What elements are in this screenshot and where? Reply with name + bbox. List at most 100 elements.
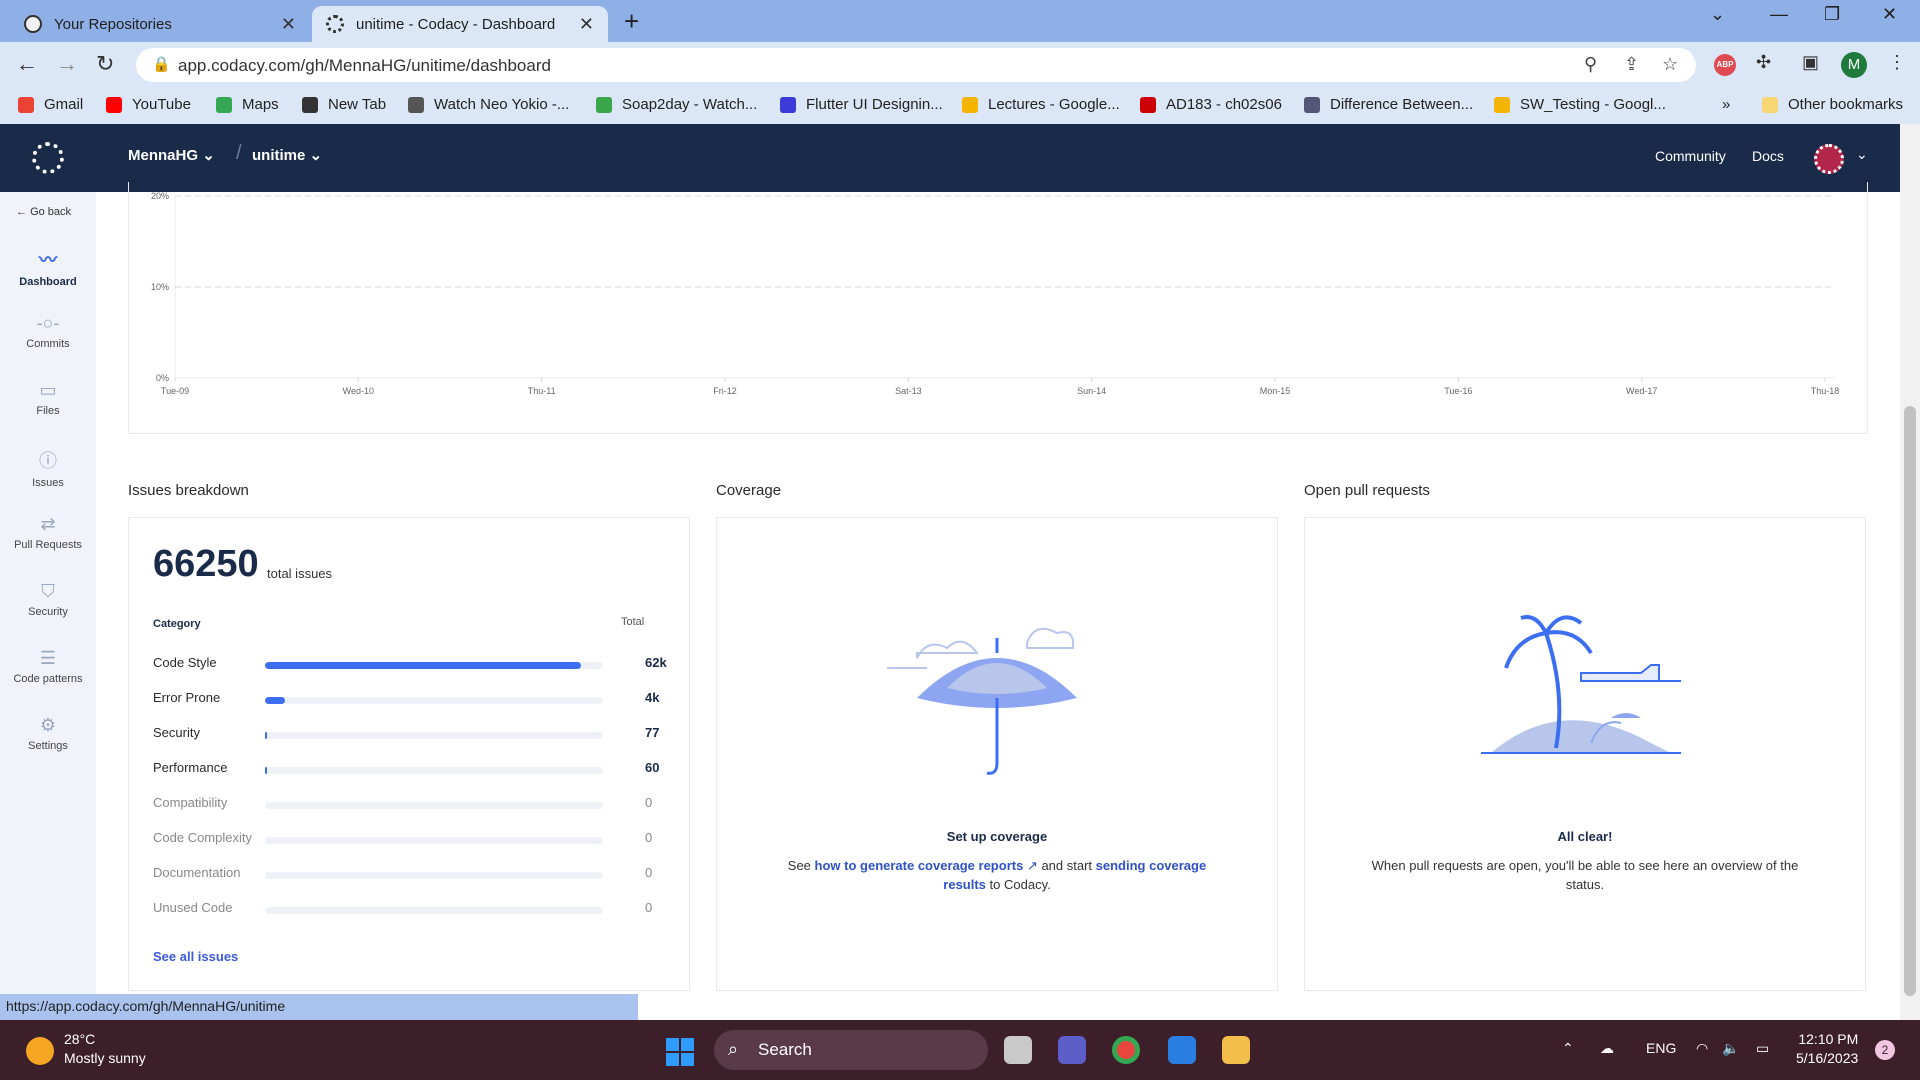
- clock[interactable]: 12:10 PM 5/16/2023: [1796, 1030, 1858, 1068]
- extensions-icon[interactable]: ✣: [1756, 52, 1771, 73]
- wifi-icon[interactable]: ◠: [1696, 1040, 1708, 1057]
- community-link[interactable]: Community: [1655, 148, 1726, 164]
- commit-icon: -○-: [36, 313, 60, 333]
- chevron-down-icon[interactable]: ⌄: [1856, 146, 1868, 163]
- address-bar[interactable]: 🔒 app.codacy.com/gh/MennaHG/unitime/dash…: [136, 48, 1696, 82]
- new-tab-button[interactable]: +: [624, 6, 639, 37]
- issue-category-row[interactable]: Documentation 0: [153, 865, 673, 885]
- total-header: Total: [621, 616, 645, 628]
- issue-category-row[interactable]: Unused Code 0: [153, 900, 673, 920]
- scrollbar-thumb[interactable]: [1904, 406, 1916, 996]
- see-all-issues-link[interactable]: See all issues: [153, 949, 238, 964]
- bookmark-icon: [408, 96, 424, 113]
- weather-widget[interactable]: 28°C Mostly sunny: [64, 1030, 146, 1068]
- go-back-link[interactable]: ← Go back: [16, 206, 71, 218]
- issue-category-name: Documentation: [153, 865, 241, 880]
- file-icon: ▭: [39, 380, 57, 400]
- chrome-icon[interactable]: [1112, 1036, 1140, 1064]
- issue-category-row[interactable]: Code Style 62k: [153, 655, 673, 675]
- bookmark-icon: [302, 96, 318, 113]
- chart-x-tick-label: Tue-09: [161, 386, 189, 396]
- coverage-reports-link[interactable]: how to generate coverage reports: [815, 858, 1024, 873]
- sidebar-item-code-patterns[interactable]: ☰ Code patterns: [0, 648, 96, 685]
- bookmark-item[interactable]: Flutter UI Designin...: [780, 96, 943, 113]
- teams-icon[interactable]: [1058, 1036, 1086, 1064]
- pull-requests-empty-text: When pull requests are open, you'll be a…: [1371, 858, 1799, 892]
- bookmark-item[interactable]: Difference Between...: [1304, 96, 1473, 113]
- restore-button[interactable]: ❐: [1824, 4, 1840, 25]
- sidebar-item-settings[interactable]: ⚙ Settings: [0, 715, 96, 752]
- side-panel-icon[interactable]: ▣: [1802, 52, 1819, 73]
- bookmark-item[interactable]: AD183 - ch02s06: [1140, 96, 1282, 113]
- docs-link[interactable]: Docs: [1752, 148, 1784, 164]
- bookmark-item[interactable]: SW_Testing - Googl...: [1494, 96, 1666, 113]
- sidebar-item-commits[interactable]: -○- Commits: [0, 313, 96, 350]
- weather-sun-icon[interactable]: [26, 1037, 54, 1065]
- other-bookmarks[interactable]: Other bookmarks: [1762, 96, 1903, 113]
- share-icon[interactable]: ⇪: [1624, 54, 1639, 75]
- minimize-button[interactable]: —: [1770, 4, 1788, 25]
- codacy-icon: [326, 15, 344, 33]
- forward-button[interactable]: →: [56, 51, 78, 77]
- bookmark-item[interactable]: Watch Neo Yokio -...: [408, 96, 569, 113]
- back-button[interactable]: ←: [16, 51, 38, 77]
- page-scrollbar[interactable]: [1900, 124, 1920, 1020]
- issue-category-row[interactable]: Code Complexity 0: [153, 830, 673, 850]
- task-view-icon[interactable]: [1004, 1036, 1032, 1064]
- bookmark-icon: [106, 96, 122, 113]
- bookmark-item[interactable]: New Tab: [302, 96, 386, 113]
- sidebar-item-pull-requests[interactable]: ⇄ Pull Requests: [0, 514, 96, 551]
- chart-x-tick-label: Sun-14: [1077, 386, 1106, 396]
- bookmark-item[interactable]: Maps: [216, 96, 279, 113]
- more-bookmarks-button[interactable]: »: [1722, 96, 1730, 113]
- breadcrumb-separator: /: [236, 142, 242, 164]
- issue-category-row[interactable]: Performance 60: [153, 760, 673, 780]
- windows-start-icon[interactable]: [666, 1038, 694, 1066]
- bookmark-item[interactable]: Gmail: [18, 96, 83, 113]
- codacy-logo-icon[interactable]: [32, 142, 64, 174]
- adblock-icon[interactable]: ABP: [1714, 54, 1736, 76]
- zoom-icon[interactable]: ⚲: [1584, 54, 1597, 75]
- tab-codacy-dashboard[interactable]: unitime - Codacy - Dashboard ✕: [312, 6, 608, 42]
- tab-search-icon[interactable]: ⌄: [1710, 4, 1725, 25]
- coverage-title: Coverage: [716, 482, 782, 499]
- issue-category-row[interactable]: Compatibility 0: [153, 795, 673, 815]
- volume-icon[interactable]: 🔈: [1722, 1040, 1739, 1057]
- user-avatar[interactable]: [1814, 144, 1844, 174]
- bookmark-item[interactable]: Soap2day - Watch...: [596, 96, 757, 113]
- sidebar-item-issues[interactable]: ⓘ Issues: [0, 447, 96, 489]
- chevron-up-icon[interactable]: ⌃: [1562, 1040, 1574, 1057]
- issue-category-total: 0: [645, 900, 653, 915]
- tab-title: Your Repositories: [54, 15, 172, 33]
- file-explorer-icon[interactable]: [1222, 1036, 1250, 1064]
- pull-requests-card: All clear! When pull requests are open, …: [1304, 517, 1866, 991]
- sidebar-item-security[interactable]: ⛉ Security: [0, 581, 96, 618]
- close-tab-icon[interactable]: ✕: [281, 14, 296, 35]
- tab-your-repositories[interactable]: Your Repositories ✕: [10, 6, 310, 42]
- reload-button[interactable]: ↻: [96, 51, 114, 77]
- bookmark-star-icon[interactable]: ☆: [1662, 54, 1678, 75]
- sidebar-item-files[interactable]: ▭ Files: [0, 380, 96, 417]
- close-window-button[interactable]: ✕: [1882, 4, 1897, 25]
- issue-category-name: Unused Code: [153, 900, 233, 915]
- store-icon[interactable]: [1168, 1036, 1196, 1064]
- chart-x-tick-label: Tue-16: [1444, 386, 1472, 396]
- onedrive-icon[interactable]: ☁: [1600, 1040, 1614, 1057]
- issue-category-row[interactable]: Security 77: [153, 725, 673, 745]
- battery-icon[interactable]: ▭: [1756, 1040, 1769, 1057]
- issue-category-row[interactable]: Error Prone 4k: [153, 690, 673, 710]
- repo-selector[interactable]: unitime ⌄: [252, 146, 322, 164]
- close-tab-icon[interactable]: ✕: [579, 14, 594, 35]
- sidebar-item-dashboard[interactable]: 〰 Dashboard: [0, 246, 96, 288]
- issues-chart: 20% 10% 0% Tue-09 Wed-10 Thu-11 Fri-12 Sat-13 Su…: [151, 191, 1839, 396]
- org-selector[interactable]: MennaHG ⌄: [128, 146, 215, 164]
- notification-badge[interactable]: 2: [1875, 1040, 1895, 1060]
- taskbar-search[interactable]: ⌕ Search: [714, 1030, 988, 1070]
- chart-card: 20% 10% 0% Tue-09 Wed-10 Thu-11 Fri-12 Sat-13 Su…: [128, 182, 1868, 434]
- bookmark-item[interactable]: YouTube: [106, 96, 191, 113]
- bookmark-item[interactable]: Lectures - Google...: [962, 96, 1120, 113]
- language-indicator[interactable]: ENG: [1646, 1040, 1676, 1056]
- profile-avatar[interactable]: M: [1841, 52, 1867, 78]
- issue-category-total: 4k: [645, 690, 660, 705]
- menu-icon[interactable]: ⋮: [1888, 52, 1906, 73]
